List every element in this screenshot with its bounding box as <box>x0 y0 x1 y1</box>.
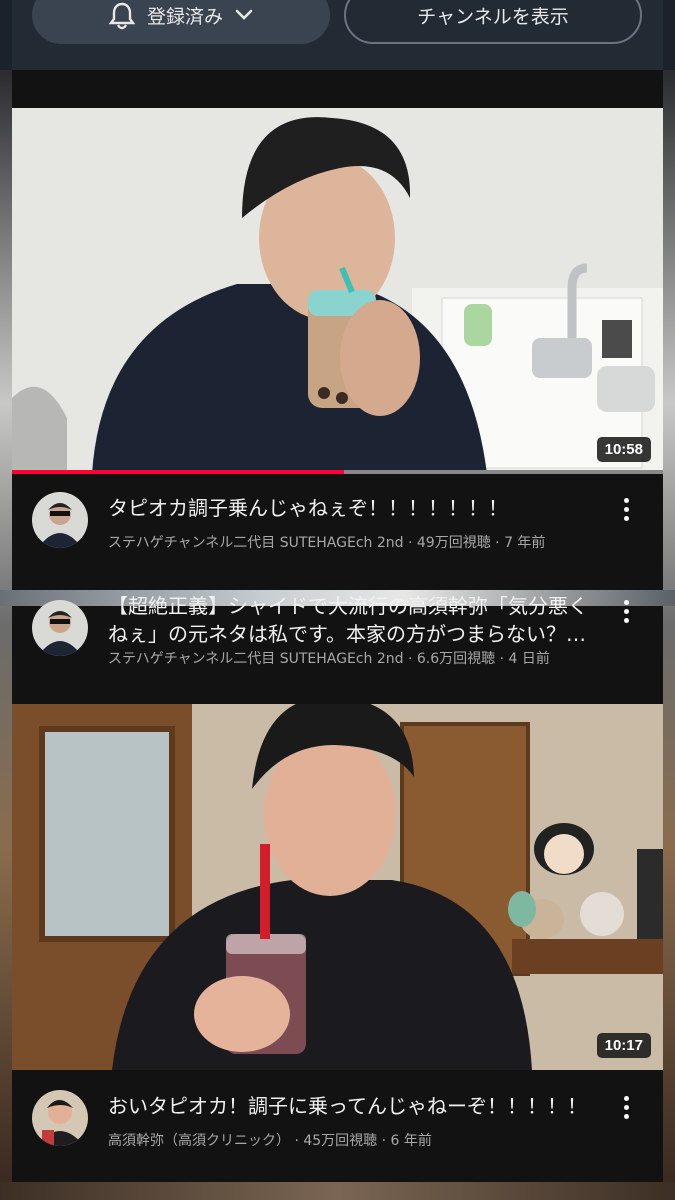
channel-avatar[interactable] <box>32 1090 88 1146</box>
more-options-icon[interactable] <box>619 498 633 521</box>
channel-avatar[interactable] <box>32 600 88 656</box>
blurred-background-right <box>663 70 675 1182</box>
video-subline: ステハゲチャンネル二代目 SUTEHAGEch 2nd · 49万回視聴 · 7… <box>108 532 623 552</box>
separator: · <box>407 535 413 551</box>
separator: · <box>407 651 413 667</box>
thumbnail-image <box>12 704 663 1070</box>
channel-name[interactable]: ステハゲチャンネル二代目 SUTEHAGEch 2nd <box>108 535 404 551</box>
blurred-background-bottom <box>0 1182 675 1200</box>
channel-avatar[interactable] <box>32 492 88 548</box>
separator: · <box>294 1133 299 1149</box>
channel-name[interactable]: 高須幹弥（高須クリニック） <box>108 1133 290 1149</box>
video-duration: 10:17 <box>596 1033 651 1058</box>
video-title[interactable]: おいタピオカ！調子に乗ってんじゃねーぞ！！！！！ <box>108 1092 607 1120</box>
view-count: 49万回視聴 <box>416 535 491 551</box>
video-title[interactable]: タピオカ調子乗んじゃねぇぞ！！！！！！！ <box>108 494 607 522</box>
video-thumbnail[interactable]: 10:58 <box>12 108 663 474</box>
video-subline: ステハゲチャンネル二代目 SUTEHAGEch 2nd · 6.6万回視聴 · … <box>108 648 623 668</box>
video-details-partial: 【超絶正義】シャイドで大流行の高須幹弥「気分悪くねぇ」の元ネタは私です。本家の方… <box>12 594 663 702</box>
video-subline: 高須幹弥（高須クリニック） · 45万回視聴 · 6 年前 <box>108 1130 623 1150</box>
view-count: 6.6万回視聴 <box>416 651 496 667</box>
video-duration: 10:58 <box>596 437 651 462</box>
upload-age: 6 年前 <box>390 1133 432 1149</box>
upload-age: 4 日前 <box>508 651 550 667</box>
video-details: タピオカ調子乗んじゃねぇぞ！！！！！！！ ステハゲチャンネル二代目 SUTEHA… <box>12 480 663 590</box>
video-card[interactable]: 10:58 タピオカ調子乗んじゃねぇぞ！！！！！！！ ステハゲチャンネル二代目 … <box>12 70 663 590</box>
more-options-icon[interactable] <box>619 1096 633 1119</box>
chevron-down-icon <box>233 4 255 26</box>
watch-progress-bar <box>12 470 663 474</box>
feed-section: 【超絶正義】シャイドで大流行の高須幹弥「気分悪くねぇ」の元ネタは私です。本家の方… <box>12 594 663 1182</box>
separator: · <box>495 535 500 551</box>
upload-age: 7 年前 <box>504 535 546 551</box>
bell-icon <box>107 0 137 30</box>
video-details: おいタピオカ！調子に乗ってんじゃねーぞ！！！！！ 高須幹弥（高須クリニック） ·… <box>12 1070 663 1182</box>
thumbnail-image <box>12 108 663 474</box>
channel-name[interactable]: ステハゲチャンネル二代目 SUTEHAGEch 2nd <box>108 651 404 667</box>
more-options-icon[interactable] <box>619 600 633 623</box>
blurred-background-left <box>0 70 12 1182</box>
subscribed-button[interactable]: 登録済み <box>32 0 330 44</box>
view-channel-button[interactable]: チャンネルを表示 <box>344 0 642 44</box>
video-thumbnail[interactable]: 10:17 <box>12 704 663 1070</box>
watch-progress-fill <box>12 470 344 474</box>
separator: · <box>381 1133 387 1149</box>
separator: · <box>499 651 505 667</box>
view-channel-label: チャンネルを表示 <box>417 5 569 28</box>
channel-action-bar: 登録済み チャンネルを表示 <box>12 0 663 70</box>
view-count: 45万回視聴 <box>303 1133 378 1149</box>
video-title[interactable]: 【超絶正義】シャイドで大流行の高須幹弥「気分悪くねぇ」の元ネタは私です。本家の方… <box>108 592 607 648</box>
subscribed-label: 登録済み <box>146 5 223 28</box>
